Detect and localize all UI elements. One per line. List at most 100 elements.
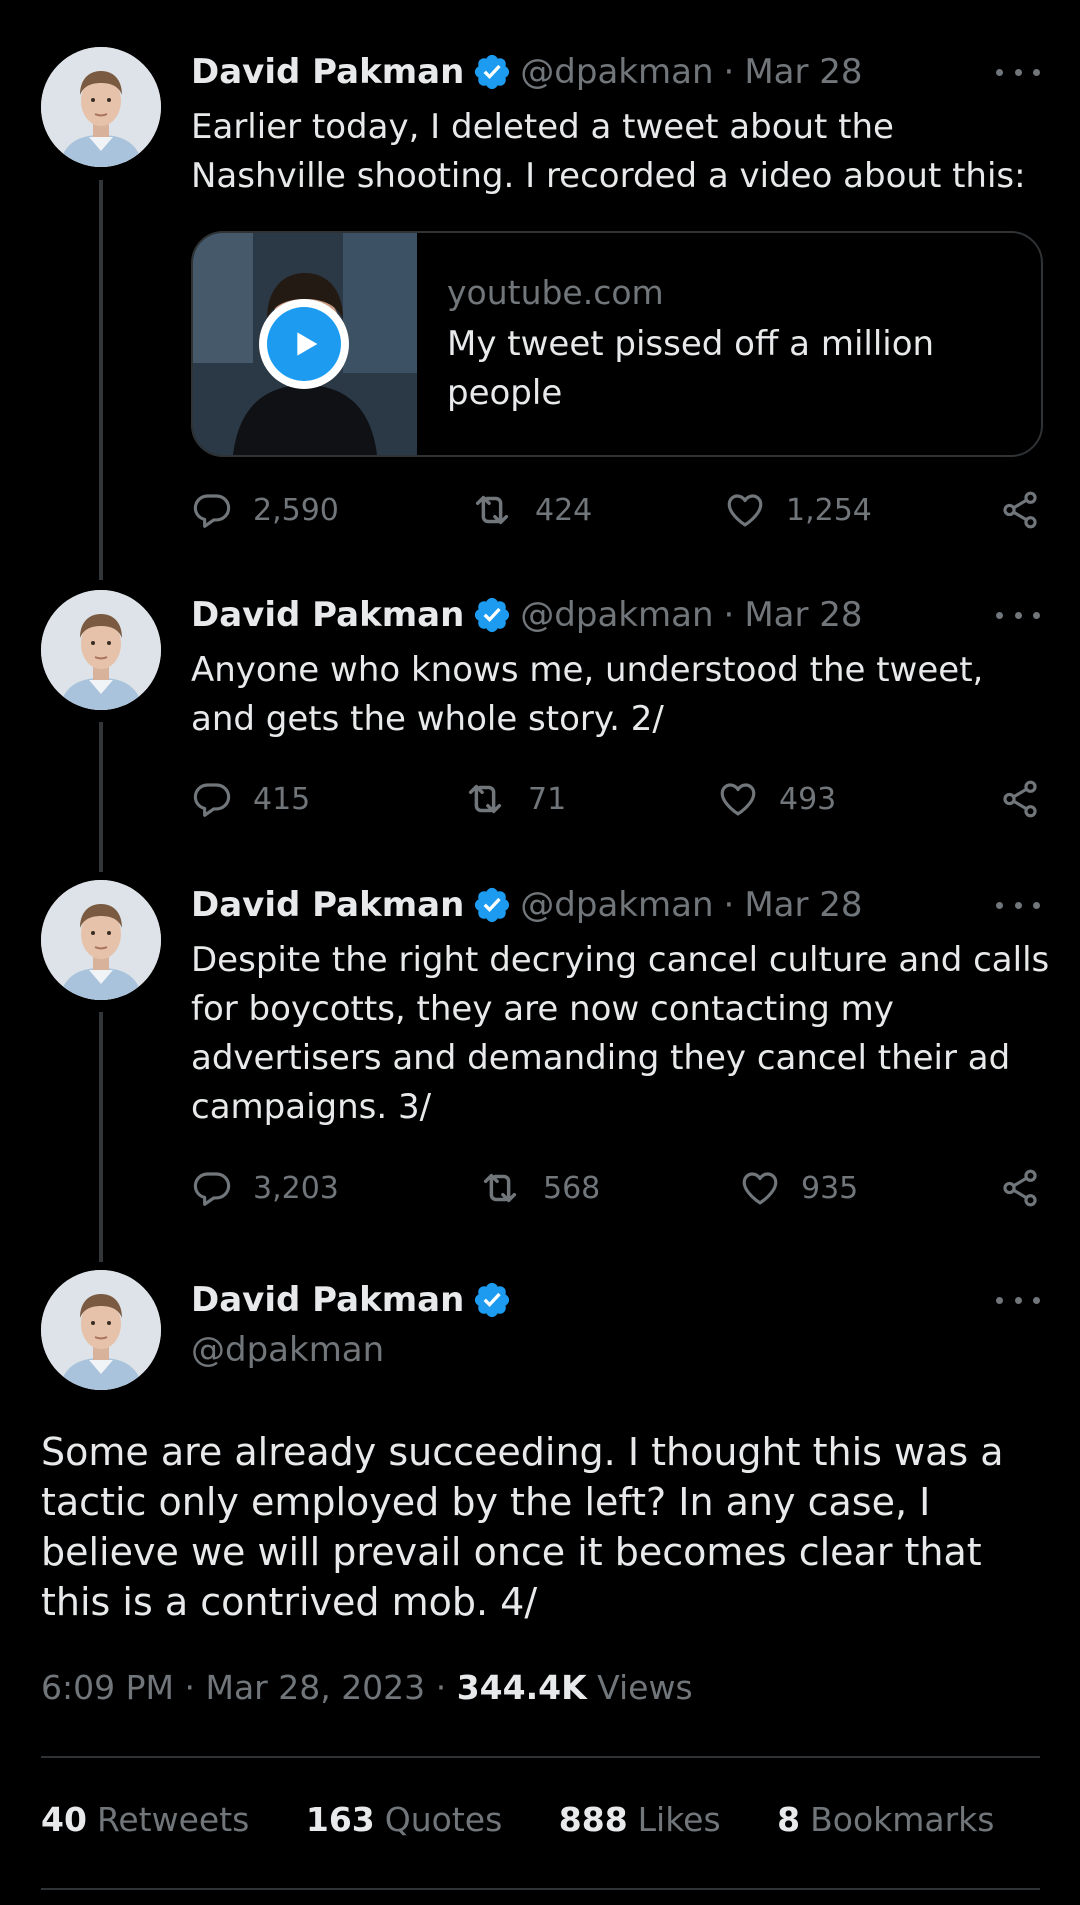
like-count: 493	[779, 781, 837, 817]
separator: ·	[723, 595, 735, 635]
retweet-count: 568	[543, 1170, 601, 1206]
reply-count: 3,203	[253, 1170, 339, 1206]
separator: ·	[723, 885, 735, 925]
avatar[interactable]	[41, 590, 161, 710]
thread-line	[99, 180, 103, 580]
separator: ·	[723, 52, 735, 92]
likes-stat[interactable]: 888 Likes	[559, 1800, 721, 1839]
tweet-text: Earlier today, I deleted a tweet about t…	[191, 107, 1026, 196]
separator: ·	[184, 1668, 195, 1707]
like-button[interactable]: 935	[739, 1163, 858, 1213]
reply-count: 415	[253, 781, 311, 817]
more-icon[interactable]	[996, 62, 1040, 82]
reply-icon	[191, 1167, 233, 1209]
retweet-count: 424	[535, 492, 593, 528]
like-count: 935	[801, 1170, 859, 1206]
action-bar: 415 71 493	[191, 774, 1041, 824]
quotes-stat[interactable]: 163 Quotes	[306, 1800, 502, 1839]
author-handle[interactable]: @dpakman	[520, 885, 713, 925]
author-handle[interactable]: @dpakman	[520, 595, 713, 635]
avatar[interactable]	[41, 1270, 161, 1390]
reply-button[interactable]: 2,590	[191, 485, 339, 535]
likes-label: Likes	[637, 1800, 721, 1839]
views-label: Views	[597, 1668, 693, 1707]
more-icon[interactable]	[996, 895, 1040, 915]
more-icon[interactable]	[996, 1290, 1040, 1310]
retweet-icon	[469, 487, 515, 533]
share-icon	[999, 778, 1041, 820]
engagement-stats: 40 Retweets 163 Quotes 888 Likes 8 Bookmarks	[41, 1800, 1040, 1839]
avatar[interactable]	[41, 47, 161, 167]
verified-badge-icon	[472, 1280, 512, 1320]
thread-tweet-1[interactable]: David Pakman @dpakman · Mar 28 Earlier t…	[0, 0, 1080, 580]
author-handle-row: @dpakman	[191, 1328, 384, 1372]
heart-icon	[724, 489, 766, 531]
bookmarks-stat[interactable]: 8 Bookmarks	[777, 1800, 994, 1839]
author-name[interactable]: David Pakman	[191, 1280, 464, 1320]
like-count: 1,254	[786, 492, 872, 528]
author-name[interactable]: David Pakman	[191, 885, 464, 925]
heart-icon	[739, 1167, 781, 1209]
share-icon	[999, 489, 1041, 531]
tweet-header: David Pakman	[191, 1278, 520, 1322]
tweet-header: David Pakman @dpakman · Mar 28	[191, 50, 863, 94]
avatar[interactable]	[41, 880, 161, 1000]
views-count: 344.4K	[456, 1668, 587, 1707]
bookmarks-label: Bookmarks	[810, 1800, 995, 1839]
more-icon[interactable]	[996, 605, 1040, 625]
author-handle[interactable]: @dpakman	[520, 52, 713, 92]
card-domain: youtube.com	[447, 273, 664, 312]
thread-line	[99, 1012, 103, 1262]
tweet-date[interactable]: Mar 28	[744, 885, 862, 925]
play-icon[interactable]	[259, 299, 349, 389]
reply-button[interactable]: 415	[191, 774, 310, 824]
retweet-button[interactable]: 424	[469, 485, 592, 535]
reply-button[interactable]: 3,203	[191, 1163, 339, 1213]
quotes-count: 163	[305, 1800, 375, 1839]
author-name[interactable]: David Pakman	[191, 595, 464, 635]
tweet-time[interactable]: 6:09 PM	[41, 1668, 174, 1707]
reply-count: 2,590	[253, 492, 339, 528]
share-button[interactable]	[999, 774, 1041, 824]
tweet-header: David Pakman @dpakman · Mar 28	[191, 883, 863, 927]
share-button[interactable]	[999, 485, 1041, 535]
retweets-label: Retweets	[96, 1800, 250, 1839]
tweet-date[interactable]: Mar 28	[744, 52, 862, 92]
verified-badge-icon	[472, 885, 512, 925]
tweet-full-date[interactable]: Mar 28, 2023	[205, 1668, 425, 1707]
author-name[interactable]: David Pakman	[191, 52, 464, 92]
retweet-icon	[462, 776, 508, 822]
main-tweet-text: Some are already succeeding. I thought t…	[41, 1430, 1004, 1624]
retweet-icon	[477, 1165, 523, 1211]
tweet-text: Anyone who knows me, understood the twee…	[191, 650, 984, 739]
verified-badge-icon	[472, 595, 512, 635]
video-thumbnail[interactable]	[193, 233, 417, 455]
link-card[interactable]: youtube.com My tweet pissed off a millio…	[191, 231, 1043, 457]
tweet-date[interactable]: Mar 28	[744, 595, 862, 635]
like-button[interactable]: 493	[717, 774, 836, 824]
share-icon	[999, 1167, 1041, 1209]
divider	[41, 1888, 1040, 1890]
retweet-button[interactable]: 71	[462, 774, 566, 824]
like-button[interactable]: 1,254	[724, 485, 872, 535]
card-title: My tweet pissed off a million people	[447, 324, 935, 413]
likes-count: 888	[558, 1800, 628, 1839]
author-handle[interactable]: @dpakman	[191, 1330, 384, 1370]
verified-badge-icon	[472, 52, 512, 92]
divider	[41, 1756, 1040, 1758]
retweet-button[interactable]: 568	[477, 1163, 600, 1213]
thread-tweet-3[interactable]: David Pakman @dpakman · Mar 28 Despite t…	[0, 850, 1080, 1262]
reply-icon	[191, 778, 233, 820]
share-button[interactable]	[999, 1163, 1041, 1213]
reply-icon	[191, 489, 233, 531]
heart-icon	[717, 778, 759, 820]
retweets-stat[interactable]: 40 Retweets	[41, 1800, 249, 1839]
thread-tweet-2[interactable]: David Pakman @dpakman · Mar 28 Anyone wh…	[0, 560, 1080, 872]
tweet-meta: 6:09 PM · Mar 28, 2023 · 344.4K Views	[41, 1668, 693, 1707]
retweet-count: 71	[528, 781, 567, 817]
bookmarks-count: 8	[777, 1800, 801, 1839]
separator: ·	[435, 1668, 447, 1707]
action-bar: 2,590 424 1,254	[191, 485, 1041, 535]
quotes-label: Quotes	[384, 1800, 503, 1839]
action-bar: 3,203 568 935	[191, 1163, 1041, 1213]
